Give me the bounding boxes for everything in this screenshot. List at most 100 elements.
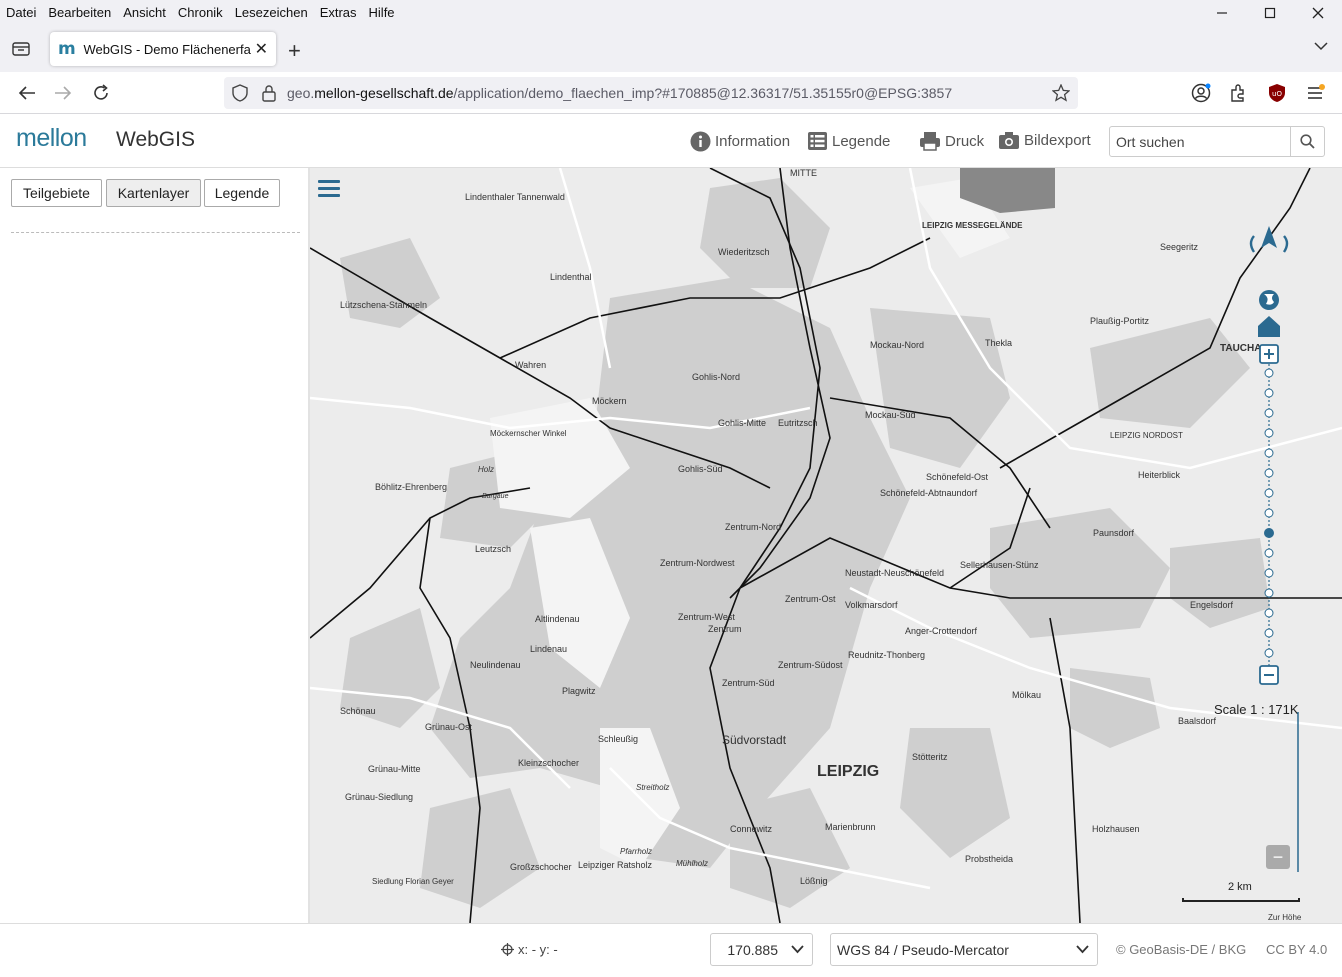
lock-icon[interactable]: [260, 84, 278, 102]
layer-menu-icon[interactable]: [318, 180, 340, 200]
map-label: Plaußig-Portitz: [1090, 316, 1150, 326]
map-label: Neustadt-Neuschönefeld: [845, 568, 944, 578]
scalebar-label: 2 km: [1228, 881, 1252, 893]
map-label: Wahren: [515, 360, 546, 370]
tab-close-icon[interactable]: ✕: [255, 39, 268, 59]
maximize-icon[interactable]: [1246, 0, 1294, 26]
url-text[interactable]: geo.mellon-gesellschaft.de/application/d…: [287, 85, 952, 101]
account-icon[interactable]: [1190, 82, 1212, 104]
map-label: Gohlis-Süd: [678, 464, 723, 474]
map-label: Lützschena-Stahmeln: [340, 300, 427, 310]
tab-webgis[interactable]: m WebGIS - Demo Flächenerfassung ✕: [50, 32, 276, 66]
map-label: Lindenthaler Tannenwald: [465, 192, 565, 202]
map-label: Möckernscher Winkel: [490, 429, 567, 438]
information-label: Information: [715, 133, 791, 150]
menu-bearbeiten[interactable]: Bearbeiten: [42, 5, 117, 20]
compass-icon[interactable]: [1249, 226, 1289, 253]
map-view[interactable]: MITTE Lindenthaler Tannenwald LEIPZIG ME…: [310, 168, 1342, 923]
chevron-down-icon[interactable]: [1314, 38, 1328, 54]
map-label: Grünau-Siedlung: [345, 792, 413, 802]
back-icon[interactable]: [14, 80, 40, 106]
map-label: Plagwitz: [562, 686, 596, 696]
map-label: Lindenau: [530, 644, 567, 654]
menu-bar: Datei Bearbeiten Ansicht Chronik Lesezei…: [0, 0, 1342, 24]
map-label: Zentrum-Süd: [722, 678, 775, 688]
zoom-in-icon[interactable]: [1259, 344, 1279, 364]
map-label: Gohlis-Nord: [692, 372, 740, 382]
forward-icon[interactable]: [50, 80, 76, 106]
printer-icon: [920, 132, 940, 151]
menu-hilfe[interactable]: Hilfe: [363, 5, 401, 20]
bookmark-star-icon[interactable]: [1051, 83, 1071, 102]
legend-label: Legende: [832, 132, 891, 150]
map-label: LEIPZIG: [817, 763, 879, 780]
map-label: Marienbrunn: [825, 822, 876, 832]
map-label: Holz: [478, 465, 494, 474]
chevron-down-icon: [1076, 945, 1089, 954]
map-label: Volkmarsdorf: [845, 600, 898, 610]
print-button[interactable]: Druck: [919, 131, 984, 151]
map-label: Streitholz: [636, 783, 669, 792]
close-window-icon[interactable]: [1294, 0, 1342, 26]
map-label: Grünau-Ost: [425, 722, 473, 732]
app-menu-icon[interactable]: [1305, 82, 1327, 104]
reload-icon[interactable]: [88, 80, 114, 106]
map-label: Siedlung Florian Geyer: [372, 877, 454, 886]
image-export-label: Bildexport: [1024, 132, 1091, 149]
map-label: Zentrum-Ost: [785, 594, 836, 604]
map-label: Zentrum-Nordwest: [660, 558, 735, 568]
map-label: Gohlis-Mitte: [718, 418, 766, 428]
information-button[interactable]: Information: [690, 131, 790, 152]
zoom-out-icon[interactable]: [1259, 665, 1279, 685]
tab-kartenlayer[interactable]: Kartenlayer: [106, 179, 201, 207]
list-icon: [808, 132, 827, 150]
minimize-icon[interactable]: [1198, 0, 1246, 26]
map-label: Pfarrholz: [620, 847, 652, 856]
favicon-icon: m: [58, 39, 76, 59]
extensions-icon[interactable]: [1227, 82, 1249, 104]
image-export-button[interactable]: Bildexport: [998, 131, 1091, 150]
map-label: Mühlholz: [676, 859, 708, 868]
info-icon: [690, 131, 711, 152]
license-text[interactable]: CC BY 4.0: [1266, 942, 1327, 957]
map-label: Böhlitz-Ehrenberg: [375, 482, 447, 492]
map-label: Connewitz: [730, 824, 773, 834]
map-label: Mölkau: [1012, 690, 1041, 700]
map-label: Wiederitzsch: [718, 247, 770, 257]
menu-chronik[interactable]: Chronik: [172, 5, 229, 20]
attribution-text[interactable]: © GeoBasis-DE / BKG: [1116, 942, 1246, 957]
tab-legende[interactable]: Legende: [204, 179, 280, 207]
menu-ansicht[interactable]: Ansicht: [117, 5, 172, 20]
projection-select[interactable]: WGS 84 / Pseudo-Mercator: [830, 933, 1098, 966]
scale-select-value: 170.885: [727, 941, 778, 958]
collapse-overview-button[interactable]: −: [1266, 845, 1290, 869]
map-label: Thekla: [985, 338, 1012, 348]
map-label: LEIPZIG MESSEGELÄNDE: [922, 221, 1023, 230]
menu-extras[interactable]: Extras: [314, 5, 363, 20]
menu-lesezeichen[interactable]: Lesezeichen: [229, 5, 314, 20]
tab-teilgebiete[interactable]: Teilgebiete: [11, 179, 102, 207]
tab-strip: m WebGIS - Demo Flächenerfassung ✕ +: [0, 24, 1342, 72]
globe-icon[interactable]: [1259, 290, 1279, 310]
map-label: Möckern: [592, 396, 627, 406]
map-label: Neulindenau: [470, 660, 521, 670]
legend-button[interactable]: Legende: [807, 131, 890, 151]
map-label: Leutzsch: [475, 544, 511, 554]
place-search-input[interactable]: [1110, 127, 1290, 156]
tab-list-icon[interactable]: [8, 36, 34, 62]
status-footer: x: - y: - 170.885 WGS 84 / Pseudo-Mercat…: [0, 923, 1342, 977]
map-label: Zentrum-Nord: [725, 522, 781, 532]
new-tab-icon[interactable]: +: [288, 38, 301, 64]
home-icon[interactable]: [1258, 316, 1280, 337]
projection-select-value: WGS 84 / Pseudo-Mercator: [837, 941, 1009, 958]
mellon-logo[interactable]: mellon: [16, 124, 87, 153]
shield-icon[interactable]: [231, 84, 249, 102]
zoom-slider[interactable]: [1264, 364, 1274, 666]
menu-datei[interactable]: Datei: [0, 5, 42, 20]
search-icon[interactable]: [1290, 127, 1324, 156]
ublock-icon[interactable]: uO: [1266, 82, 1288, 104]
map-label: Schönefeld-Ost: [926, 472, 989, 482]
navigation-bar: geo.mellon-gesellschaft.de/application/d…: [0, 72, 1342, 114]
url-bar[interactable]: geo.mellon-gesellschaft.de/application/d…: [224, 77, 1078, 109]
scale-select[interactable]: 170.885: [710, 933, 813, 966]
